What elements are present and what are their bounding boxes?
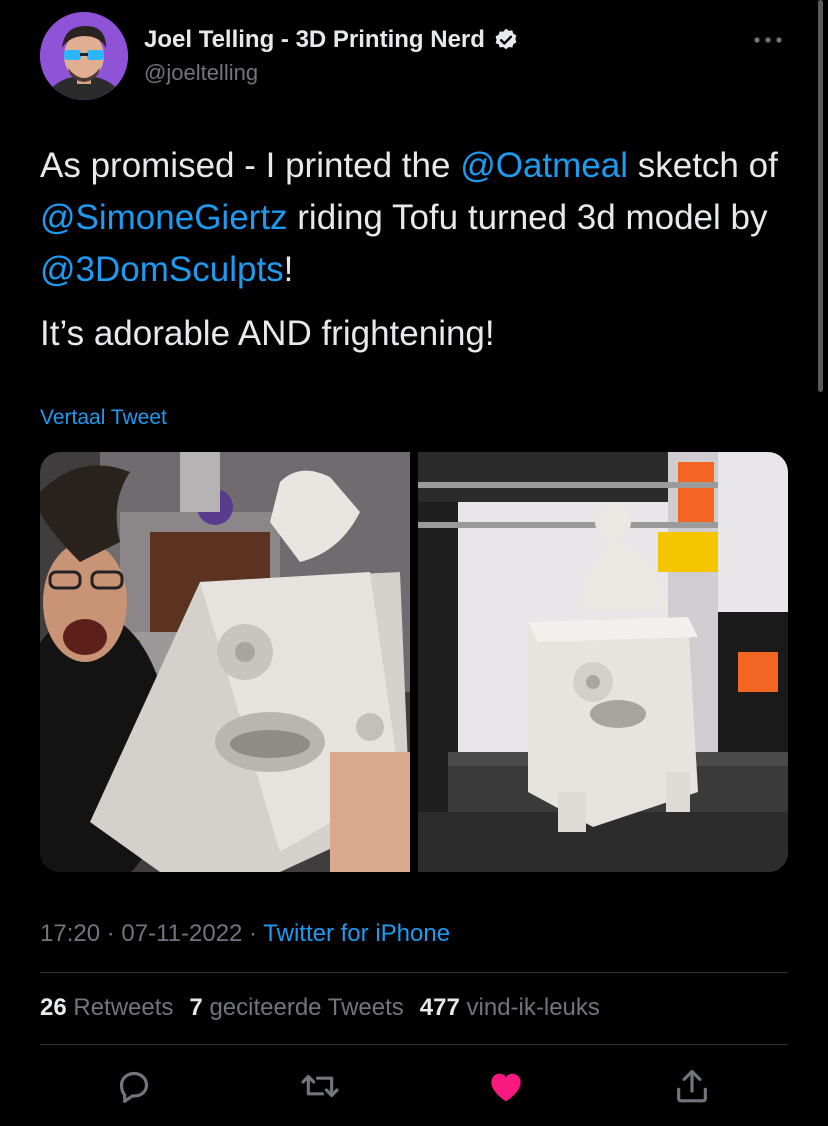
- author-handle[interactable]: @joeltelling: [144, 60, 258, 86]
- likes-stat[interactable]: 477 vind-ik-leuks: [420, 994, 600, 1022]
- tweet-stats: 26 Retweets 7 geciteerde Tweets 477 vind…: [40, 994, 600, 1022]
- tweet-text-segment: !: [283, 250, 294, 289]
- photo-printer-image: [418, 452, 788, 872]
- share-icon[interactable]: [672, 1066, 712, 1106]
- retweet-icon[interactable]: [300, 1066, 340, 1106]
- meta-separator: ·: [106, 920, 115, 947]
- tweet-paragraph-2: It’s adorable AND frightening!: [40, 314, 495, 353]
- retweets-stat[interactable]: 26 Retweets: [40, 994, 173, 1022]
- media-photo-2[interactable]: [418, 452, 788, 872]
- heart-icon[interactable]: [486, 1066, 526, 1106]
- reply-icon[interactable]: [114, 1066, 154, 1106]
- mention-link[interactable]: @3DomSculpts: [40, 250, 284, 289]
- divider: [40, 1044, 788, 1045]
- tweet-meta: 17:20 · 07-11-2022 · Twitter for iPhone: [40, 920, 450, 948]
- mention-link[interactable]: @SimoneGiertz: [40, 198, 288, 237]
- tweet-text-segment: As promised - I printed the: [40, 146, 461, 185]
- tweet-paragraph-1: As promised - I printed the @Oatmeal ske…: [40, 140, 800, 296]
- translate-tweet-link[interactable]: Vertaal Tweet: [40, 406, 167, 430]
- verified-badge-icon: [495, 28, 517, 50]
- more-options-icon[interactable]: [748, 28, 788, 52]
- media-photo-1[interactable]: [40, 452, 410, 872]
- author-display-name[interactable]: Joel Telling - 3D Printing Nerd: [144, 26, 485, 54]
- mention-link[interactable]: @Oatmeal: [460, 146, 628, 185]
- photo-selfie-image: [40, 452, 410, 872]
- avatar[interactable]: [40, 12, 128, 100]
- tweet-text-segment: sketch of: [628, 146, 778, 185]
- divider: [40, 972, 788, 973]
- tweet-source[interactable]: Twitter for iPhone: [263, 920, 450, 947]
- quote-tweets-stat[interactable]: 7 geciteerde Tweets: [189, 994, 403, 1022]
- tweet-time[interactable]: 17:20: [40, 920, 100, 947]
- tweet-text: As promised - I printed the @Oatmeal ske…: [40, 140, 800, 360]
- tweet-text-segment: riding Tofu turned 3d model by: [287, 198, 768, 237]
- media-grid: [40, 452, 788, 872]
- tweet-date[interactable]: 07-11-2022: [121, 920, 242, 947]
- meta-separator: ·: [249, 920, 258, 947]
- author-name-row[interactable]: Joel Telling - 3D Printing Nerd: [144, 26, 519, 54]
- scrollbar[interactable]: [818, 0, 823, 392]
- avatar-image: [40, 12, 128, 100]
